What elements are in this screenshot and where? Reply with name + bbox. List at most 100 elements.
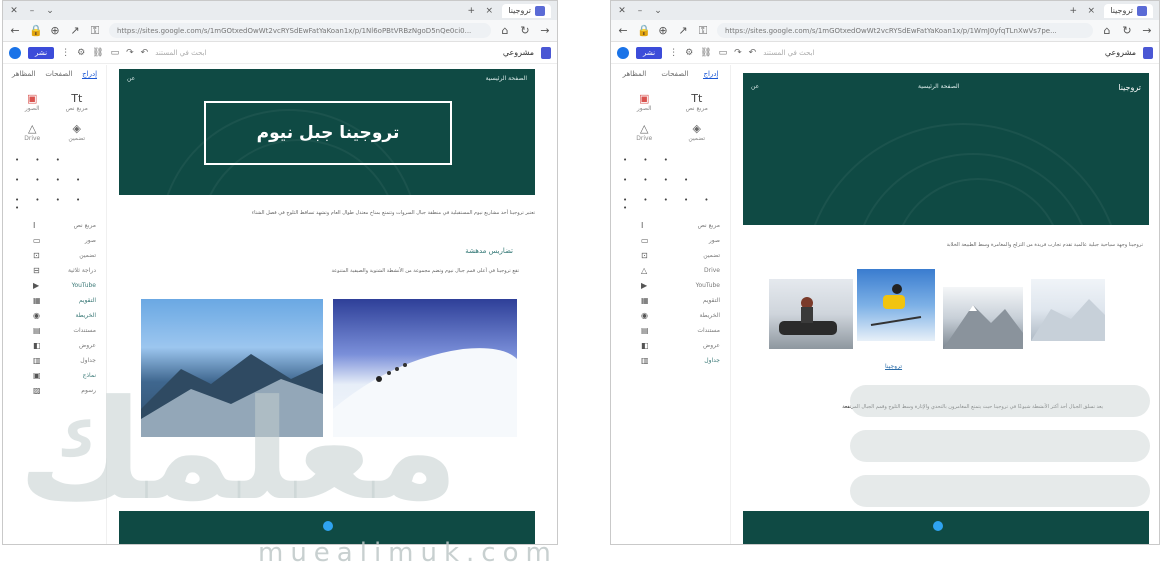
tab-close-icon[interactable]: × (484, 6, 494, 16)
more-options-icon[interactable]: ⋮ (669, 48, 678, 58)
snow-climbers-image[interactable] (333, 299, 517, 437)
panel-row[interactable]: ▨ رسوم (3, 383, 106, 398)
lock-icon[interactable]: 🔒 (637, 24, 651, 37)
browser-tab[interactable]: تروجينا (502, 3, 551, 18)
new-tab-button[interactable]: + (1068, 6, 1078, 16)
site-title[interactable]: تروجينا (1118, 83, 1141, 92)
nav-link-home[interactable]: الصفحة الرئيسية (486, 75, 527, 82)
panel-row[interactable]: ▭ صور (611, 233, 730, 248)
hero-banner[interactable]: عن الصفحة الرئيسية تروجينا جبل نيوم (119, 69, 535, 195)
minimize-window-icon[interactable]: – (635, 6, 645, 16)
panel-row[interactable]: ◧ عروض (611, 338, 730, 353)
settings-icon[interactable]: ⚙ (685, 48, 693, 58)
extensions-icon[interactable]: ⊕ (49, 24, 61, 37)
avatar[interactable] (617, 46, 629, 59)
insert-drive[interactable]: △ Drive (13, 122, 52, 142)
section-text[interactable]: تقع تروجينا في أعلى قمم جبال نيوم وتضم م… (149, 267, 519, 275)
share-icon[interactable]: ↗ (69, 24, 81, 37)
insert-textbox[interactable]: Tt مربع نص (674, 92, 721, 112)
panel-row[interactable]: ▥ جداول (611, 353, 730, 368)
insert-drive[interactable]: △ Drive (621, 122, 668, 142)
panel-row[interactable]: ▤ مستندات (3, 323, 106, 338)
close-window-icon[interactable]: ✕ (617, 6, 627, 16)
mountain-peak-2-image[interactable] (1031, 279, 1105, 341)
minimize-window-icon[interactable]: – (27, 6, 37, 16)
skier-image[interactable] (857, 269, 935, 341)
home-icon[interactable]: ⌂ (499, 24, 511, 37)
insert-embed[interactable]: ◈ تضمين (674, 122, 721, 142)
panel-row[interactable]: ▥ جداول (3, 353, 106, 368)
panel-row[interactable]: I مربع نص (3, 218, 106, 233)
panel-row[interactable]: ▦ التقويم (611, 293, 730, 308)
url-field[interactable]: https://sites.google.com/s/1mGOtxedOwWt2… (109, 23, 491, 38)
preview-icon[interactable]: ▭ (719, 48, 728, 58)
panel-row[interactable]: ◉ الخريطة (3, 308, 106, 323)
settings-icon[interactable]: ⚙ (77, 48, 85, 58)
tab-insert[interactable]: إدراج (703, 70, 719, 79)
share-icon[interactable]: ↗ (677, 24, 689, 37)
undo-icon[interactable]: ↶ (749, 48, 757, 58)
panel-row[interactable]: ◧ عروض (3, 338, 106, 353)
panel-row[interactable]: △ Drive (611, 263, 730, 278)
panel-row[interactable]: ▭ صور (3, 233, 106, 248)
reload-icon[interactable]: ↻ (1121, 24, 1133, 37)
chevron-down-icon[interactable]: ⌄ (45, 6, 55, 16)
panel-row[interactable]: ▶ YouTube (3, 278, 106, 293)
doc-search-input[interactable]: ابحث في المستند (763, 49, 814, 57)
redo-icon[interactable]: ↷ (734, 48, 742, 58)
nav-link-about[interactable]: عن (127, 75, 135, 82)
key-icon[interactable]: ⚿ (89, 24, 101, 38)
mountain-image[interactable] (141, 299, 323, 437)
forward-icon[interactable]: → (1141, 24, 1153, 37)
back-icon[interactable]: ← (9, 24, 21, 37)
preview-icon[interactable]: ▭ (111, 48, 120, 58)
tab-themes[interactable]: المظاهر (623, 70, 647, 79)
page-title[interactable]: تروجينا جبل نيوم (204, 101, 452, 165)
doc-search-input[interactable]: ابحث في المستند (155, 49, 206, 57)
redo-icon[interactable]: ↷ (126, 48, 134, 58)
browser-tab[interactable]: تروجينا (1104, 3, 1153, 18)
tab-pages[interactable]: الصفحات (661, 70, 688, 79)
snowmobile-image[interactable] (769, 279, 853, 349)
panel-row[interactable]: ◉ الخريطة (611, 308, 730, 323)
panel-row[interactable]: ▦ التقويم (3, 293, 106, 308)
panel-row[interactable]: I مربع نص (611, 218, 730, 233)
tab-pages[interactable]: الصفحات (45, 70, 72, 79)
undo-icon[interactable]: ↶ (141, 48, 149, 58)
insert-embed[interactable]: ◈ تضمين (58, 122, 97, 142)
tab-insert[interactable]: إدراج (82, 70, 98, 79)
panel-row[interactable]: ⊟ دراجة ثلاثية (3, 263, 106, 278)
hero-banner[interactable]: عن الصفحة الرئيسية تروجينا (743, 73, 1149, 225)
lock-icon[interactable]: 🔒 (29, 24, 43, 37)
back-icon[interactable]: ← (617, 24, 629, 37)
mountain-peak-image[interactable] (943, 287, 1023, 349)
intro-paragraph[interactable]: تعتبر تروجينا أحد مشاريع نيوم المستقبلية… (125, 209, 535, 217)
panel-row[interactable]: ▤ مستندات (611, 323, 730, 338)
publish-button[interactable]: نشر (28, 46, 55, 59)
section-subheading[interactable]: تضاريس مدهشة (465, 247, 513, 255)
extensions-icon[interactable]: ⊕ (657, 24, 669, 37)
chevron-down-icon[interactable]: ⌄ (653, 6, 663, 16)
close-window-icon[interactable]: ✕ (9, 6, 19, 16)
tab-themes[interactable]: المظاهر (12, 70, 36, 79)
panel-row[interactable]: ▣ نماذج (3, 368, 106, 383)
url-field[interactable]: https://sites.google.com/s/1mGOtxedOwWt2… (717, 23, 1093, 38)
avatar[interactable] (9, 46, 21, 59)
twitter-icon[interactable] (933, 521, 943, 531)
twitter-icon[interactable] (323, 521, 333, 531)
link-icon[interactable]: ⛓ (700, 48, 711, 58)
home-icon[interactable]: ⌂ (1101, 24, 1113, 37)
tab-close-icon[interactable]: × (1086, 6, 1096, 16)
new-tab-button[interactable]: + (466, 6, 476, 16)
insert-image[interactable]: ▣ الصور (13, 92, 52, 112)
intro-paragraph[interactable]: تروجينا وجهة سياحية جبلية عالمية تقدم تج… (763, 241, 1143, 249)
forward-icon[interactable]: → (539, 24, 551, 37)
publish-button[interactable]: نشر (636, 46, 663, 59)
image-caption[interactable]: تروجينا (885, 363, 902, 370)
insert-image[interactable]: ▣ الصور (621, 92, 668, 112)
panel-row[interactable]: ⊡ تضمين (611, 248, 730, 263)
nav-link-about[interactable]: عن (751, 83, 759, 92)
insert-textbox[interactable]: Tt مربع نص (58, 92, 97, 112)
nav-link-home[interactable]: الصفحة الرئيسية (918, 83, 959, 92)
link-icon[interactable]: ⛓ (92, 48, 103, 58)
